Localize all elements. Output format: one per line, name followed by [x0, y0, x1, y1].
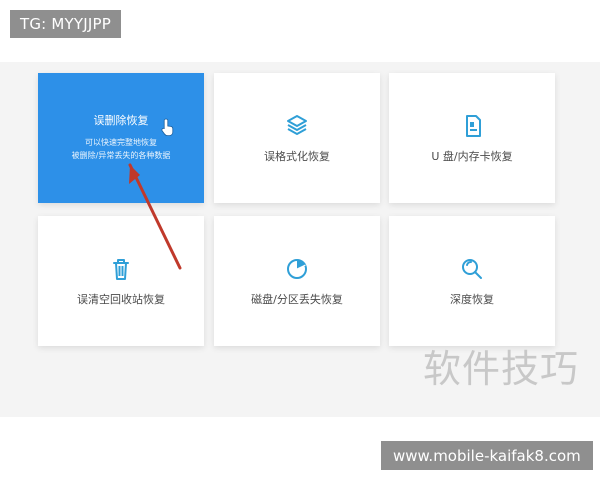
- card-format-recovery[interactable]: 误格式化恢复: [214, 73, 380, 203]
- card-title: 误格式化恢复: [264, 150, 330, 164]
- card-usb-card-recovery[interactable]: U 盘/内存卡恢复: [389, 73, 555, 203]
- watermark-text: 软件技巧: [423, 347, 580, 391]
- card-partition-recovery[interactable]: 磁盘/分区丢失恢复: [214, 216, 380, 346]
- layers-icon: [287, 115, 307, 136]
- card-title: 误删除恢复: [93, 114, 149, 128]
- card-title: U 盘/内存卡恢复: [431, 150, 513, 164]
- bottom-watermark-badge: www.mobile-kaifak8.com: [381, 441, 593, 470]
- top-watermark-badge: TG: MYYJJPP: [10, 10, 122, 38]
- sd-card-icon: [466, 115, 481, 138]
- card-title: 误清空回收站恢复: [77, 293, 165, 307]
- annotation-arrow: [128, 163, 182, 270]
- card-deep-recovery[interactable]: 深度恢复: [389, 216, 555, 346]
- cursor-icon: [161, 118, 174, 136]
- search-icon: [462, 259, 482, 280]
- card-title: 深度恢复: [450, 293, 494, 307]
- bottom-badge-text: www.mobile-kaifak8.com: [393, 446, 581, 465]
- top-badge-text: TG: MYYJJPP: [20, 15, 112, 33]
- disk-partition-icon: [287, 259, 307, 280]
- card-title: 磁盘/分区丢失恢复: [251, 293, 343, 307]
